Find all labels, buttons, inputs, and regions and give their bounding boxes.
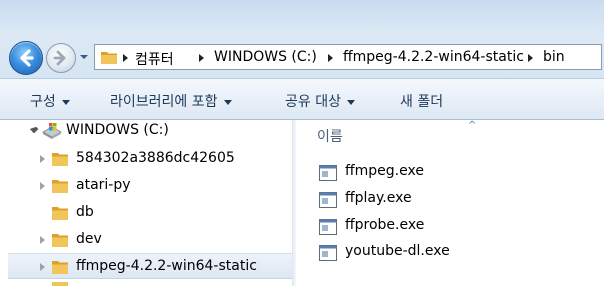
- breadcrumb-ffmpeg-folder[interactable]: ffmpeg-4.2.2-win64-static: [343, 49, 524, 65]
- sort-ascending-icon: ^: [468, 120, 477, 131]
- folder-icon: [52, 261, 68, 274]
- file-name: ffplay.exe: [345, 190, 412, 206]
- share-with-label: 공유 대상: [285, 94, 341, 110]
- address-bar-area: 컴퓨터 WINDOWS (C:) ffmpeg-4.2.2-win64-stat…: [0, 0, 604, 78]
- folder-icon: [52, 180, 68, 193]
- chevron-down-icon: [346, 99, 355, 105]
- recent-pages-dropdown-icon[interactable]: [79, 52, 89, 62]
- folder-icon: [52, 153, 68, 166]
- new-folder-label: 새 폴더: [400, 94, 444, 110]
- drive-icon: [42, 123, 62, 139]
- expand-arrow-icon[interactable]: [40, 236, 45, 244]
- forward-button[interactable]: [46, 43, 76, 73]
- application-icon: [319, 192, 337, 208]
- application-icon: [319, 245, 337, 261]
- tree-item-partial: [40, 282, 68, 286]
- organize-label: 구성: [30, 94, 56, 110]
- address-box[interactable]: 컴퓨터 WINDOWS (C:) ffmpeg-4.2.2-win64-stat…: [94, 44, 602, 70]
- breadcrumb-computer[interactable]: 컴퓨터: [135, 49, 174, 69]
- chevron-down-icon: [223, 99, 232, 105]
- tree-item-label: ffmpeg-4.2.2-win64-static: [76, 258, 257, 274]
- back-button[interactable]: [9, 41, 43, 75]
- file-name: ffmpeg.exe: [345, 163, 424, 179]
- tree-item-folder[interactable]: atari-py: [0, 173, 292, 199]
- tree-item-label: atari-py: [76, 177, 131, 193]
- folder-icon: [52, 207, 68, 220]
- expand-arrow-icon[interactable]: [40, 155, 45, 163]
- tree-item-folder-selected[interactable]: ffmpeg-4.2.2-win64-static: [8, 253, 292, 279]
- tree-item-label: db: [76, 204, 94, 220]
- folder-icon: [52, 234, 68, 247]
- file-name: ffprobe.exe: [345, 217, 425, 233]
- tree-item-folder[interactable]: dev: [0, 227, 292, 253]
- expand-arrow-icon[interactable]: [40, 182, 45, 190]
- breadcrumb-separator-icon[interactable]: [328, 54, 333, 62]
- expand-arrow-icon[interactable]: [40, 263, 45, 271]
- tree-item-drive[interactable]: WINDOWS (C:): [0, 118, 292, 144]
- include-in-library-label: 라이브러리에 포함: [110, 94, 218, 110]
- breadcrumb-separator-icon[interactable]: [123, 54, 128, 62]
- file-list[interactable]: ^ 이름 ffmpeg.exe ffplay.exe ffprobe.exe y…: [296, 120, 604, 286]
- file-name: youtube-dl.exe: [345, 243, 450, 259]
- breadcrumb-separator-icon[interactable]: [199, 54, 204, 62]
- tree-item-label: 584302a3886dc42605: [76, 150, 235, 166]
- back-arrow-icon: [20, 49, 34, 67]
- expand-arrow-icon[interactable]: [29, 124, 39, 134]
- command-bar: 구성 라이브러리에 포함 공유 대상 새 폴더: [0, 78, 604, 120]
- forward-arrow-icon: [53, 50, 66, 66]
- breadcrumb-separator-icon[interactable]: [528, 54, 533, 62]
- tree-item-folder[interactable]: 584302a3886dc42605: [0, 146, 292, 172]
- column-header-name[interactable]: 이름: [317, 126, 343, 146]
- include-in-library-menu[interactable]: 라이브러리에 포함: [110, 91, 232, 111]
- new-folder-button[interactable]: 새 폴더: [400, 91, 443, 111]
- application-icon: [319, 219, 337, 235]
- navigation-pane[interactable]: WINDOWS (C:) 584302a3886dc42605 atari-py…: [0, 120, 292, 286]
- chevron-down-icon: [61, 99, 70, 105]
- folder-icon: [101, 52, 117, 64]
- breadcrumb-drive[interactable]: WINDOWS (C:): [214, 49, 317, 65]
- tree-item-label: WINDOWS (C:): [66, 122, 169, 138]
- breadcrumb-bin[interactable]: bin: [543, 49, 565, 65]
- folder-icon: [52, 282, 68, 286]
- tree-item-folder[interactable]: db: [0, 200, 292, 226]
- application-icon: [319, 165, 337, 181]
- share-with-menu[interactable]: 공유 대상: [285, 91, 355, 111]
- organize-menu[interactable]: 구성: [30, 91, 70, 111]
- tree-item-label: dev: [76, 231, 102, 247]
